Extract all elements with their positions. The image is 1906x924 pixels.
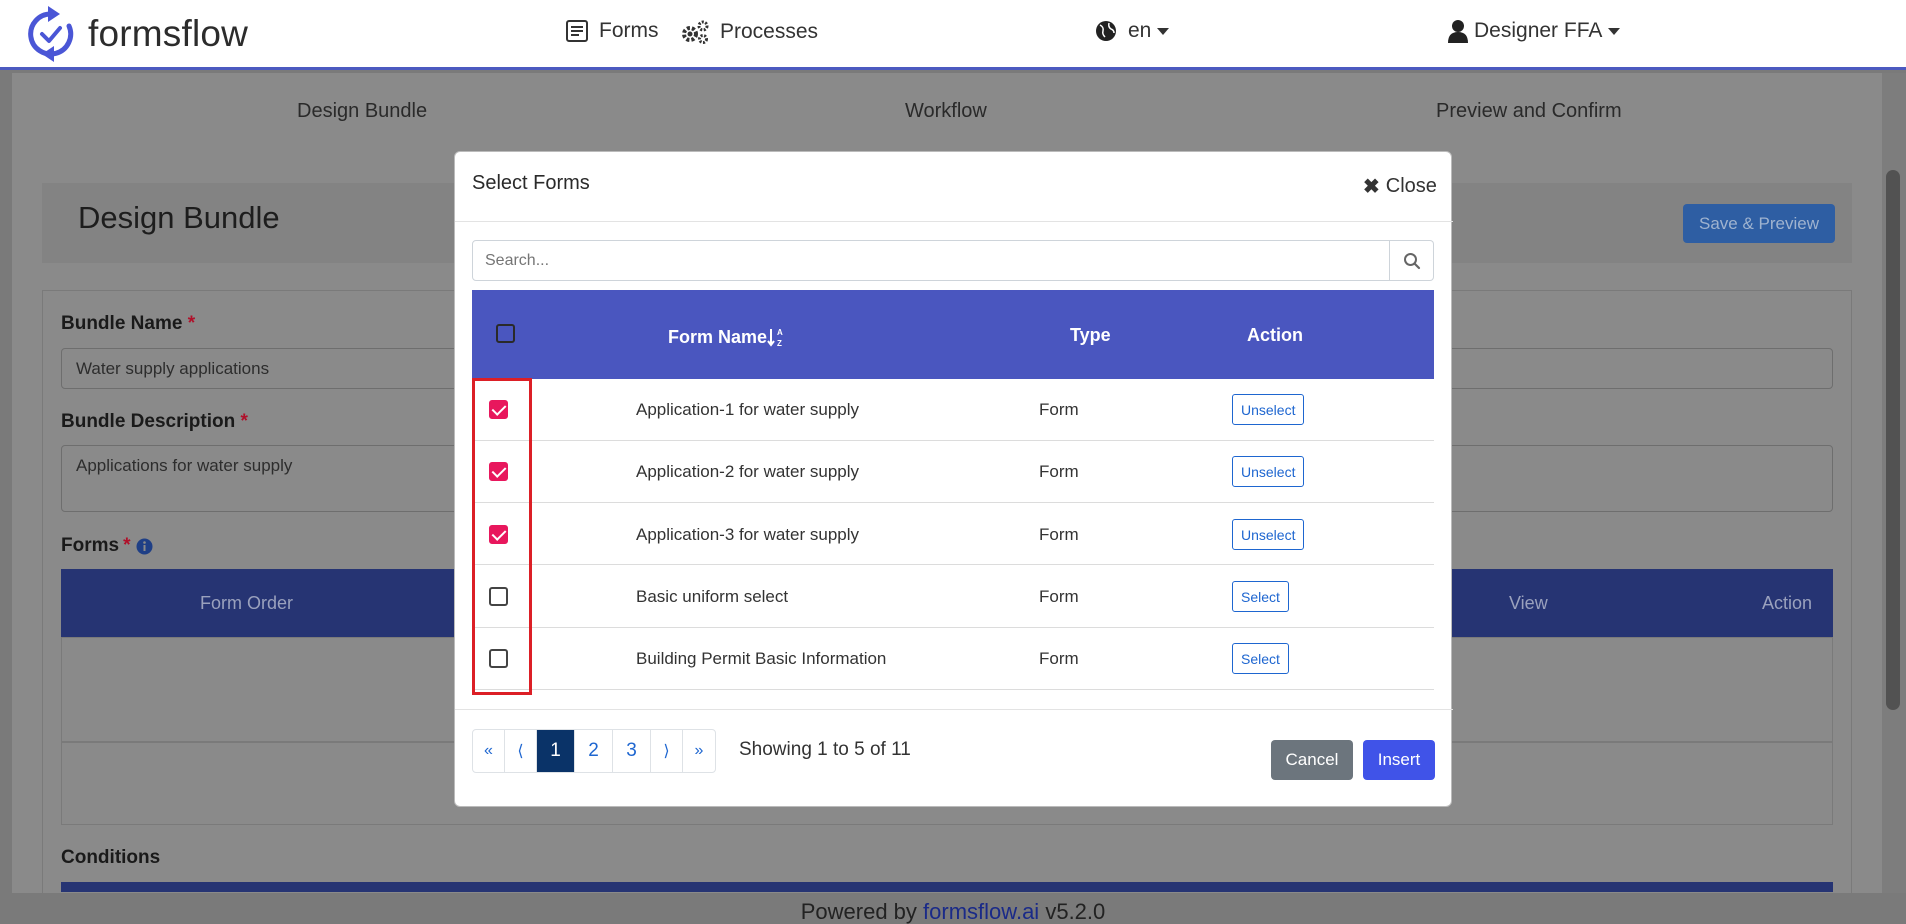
col-action: Action: [1762, 593, 1813, 613]
globe-icon: [1096, 21, 1116, 41]
col-type: Type: [1070, 325, 1111, 345]
form-type-cell: Form: [1039, 649, 1079, 668]
sort-az-icon[interactable]: A Z: [767, 326, 785, 348]
save-preview-button[interactable]: Save & Preview: [1683, 204, 1835, 243]
page-3[interactable]: 3: [613, 730, 651, 772]
page-last[interactable]: »: [683, 730, 715, 772]
conditions-table-header: [61, 882, 1833, 892]
bundle-name-label: Bundle Name *: [61, 313, 195, 335]
select-forms-modal: Select Forms ✖ Close Form Name A Z Type …: [454, 151, 1453, 807]
table-row: Building Permit Basic Information Form S…: [472, 628, 1434, 690]
bundle-description-value: Applications for water supply: [76, 456, 293, 475]
user-icon: [1448, 20, 1468, 43]
gears-icon: [682, 20, 709, 44]
col-form-name[interactable]: Form Name A Z: [668, 326, 785, 349]
unselect-button[interactable]: Unselect: [1232, 456, 1305, 487]
pagination: « ⟨ 1 2 3 ⟩ »: [472, 729, 716, 773]
forms-label-text: Forms: [61, 535, 120, 556]
pagination-summary: Showing 1 to 5 of 11: [739, 739, 911, 760]
unselect-button[interactable]: Unselect: [1232, 394, 1305, 425]
info-icon[interactable]: [136, 538, 153, 555]
form-name-cell: Building Permit Basic Information: [636, 649, 887, 668]
user-name: Designer FFA: [1474, 19, 1603, 42]
table-row: Application-3 for water supply Form Unse…: [472, 503, 1434, 565]
form-name-cell: Application-3 for water supply: [636, 525, 860, 544]
brand-name: formsflow: [88, 13, 249, 54]
select-button[interactable]: Select: [1232, 643, 1289, 674]
page-scrollbar-thumb[interactable]: [1886, 170, 1900, 710]
col-form-order: Form Order: [200, 593, 294, 613]
search-icon: [1403, 252, 1420, 269]
step-design-bundle[interactable]: Design Bundle: [297, 100, 427, 123]
footer-prefix: Powered by: [800, 899, 917, 924]
form-type-cell: Form: [1039, 587, 1079, 606]
step-workflow[interactable]: Workflow: [905, 100, 987, 123]
insert-button[interactable]: Insert: [1363, 740, 1435, 780]
close-icon: ✖: [1363, 176, 1380, 198]
nav-processes-label: Processes: [720, 20, 819, 43]
col-form-name-label: Form Name: [668, 326, 768, 347]
checkbox-highlight-box: [472, 378, 532, 695]
form-name-cell: Application-1 for water supply: [636, 400, 860, 419]
chevron-down-icon: [1157, 27, 1170, 35]
required-mark: *: [240, 411, 248, 432]
footer: Powered by formsflow.ai v5.2.0: [0, 893, 1906, 924]
col-action: Action: [1247, 325, 1303, 345]
nav-forms[interactable]: Forms: [565, 19, 659, 43]
table-row: Basic uniform select Form Select: [472, 566, 1434, 628]
select-button[interactable]: Select: [1232, 581, 1289, 612]
bundle-name-value: Water supply applications: [76, 359, 270, 378]
svg-text:Z: Z: [777, 339, 782, 348]
bundle-description-label-text: Bundle Description: [61, 411, 236, 432]
form-name-cell: Application-2 for water supply: [636, 462, 860, 481]
formsflow-logo-icon: [28, 6, 74, 62]
forms-icon: [566, 20, 588, 42]
close-button[interactable]: ✖ Close: [1363, 174, 1437, 199]
footer-version: v5.2.0: [1045, 899, 1106, 924]
forms-label: Forms *: [61, 535, 153, 557]
required-mark: *: [187, 313, 196, 334]
col-view: View: [1509, 593, 1548, 613]
user-dropdown[interactable]: Designer FFA: [1448, 19, 1621, 43]
select-all-checkbox[interactable]: [496, 324, 515, 343]
chevron-down-icon: [1608, 27, 1621, 35]
language-label: en: [1128, 19, 1152, 42]
table-row: Application-1 for water supply Form Unse…: [472, 379, 1434, 441]
brand[interactable]: formsflow: [28, 6, 248, 62]
footer-link[interactable]: formsflow.ai: [923, 899, 1039, 924]
svg-text:A: A: [777, 328, 783, 337]
page-next[interactable]: ⟩: [651, 730, 683, 772]
cancel-button[interactable]: Cancel: [1271, 740, 1353, 780]
search-button[interactable]: [1390, 240, 1434, 281]
search-input[interactable]: [472, 240, 1390, 281]
page-first[interactable]: «: [473, 730, 505, 772]
unselect-button[interactable]: Unselect: [1232, 519, 1305, 550]
modal-header-divider: [455, 221, 1453, 222]
form-name-cell: Basic uniform select: [636, 587, 789, 606]
nav-processes[interactable]: Processes: [680, 19, 818, 45]
bundle-description-label: Bundle Description *: [61, 411, 248, 433]
top-navbar: formsflow Forms Processes en Designer FF…: [0, 0, 1906, 70]
nav-forms-label: Forms: [599, 19, 659, 42]
page-title: Design Bundle: [78, 200, 280, 235]
required-mark: *: [123, 535, 131, 556]
table-row: Application-2 for water supply Form Unse…: [472, 441, 1434, 503]
form-type-cell: Form: [1039, 525, 1079, 544]
form-type-cell: Form: [1039, 400, 1079, 419]
modal-footer-divider: [455, 709, 1453, 710]
close-label: Close: [1385, 175, 1437, 197]
step-preview-confirm[interactable]: Preview and Confirm: [1436, 100, 1622, 123]
page-2[interactable]: 2: [575, 730, 613, 772]
language-dropdown[interactable]: en: [1094, 19, 1170, 43]
form-type-cell: Form: [1039, 462, 1079, 481]
page-prev[interactable]: ⟨: [505, 730, 537, 772]
bundle-name-label-text: Bundle Name: [61, 313, 183, 334]
modal-title: Select Forms: [472, 172, 590, 194]
conditions-label: Conditions: [61, 847, 161, 868]
page-1[interactable]: 1: [537, 730, 575, 772]
